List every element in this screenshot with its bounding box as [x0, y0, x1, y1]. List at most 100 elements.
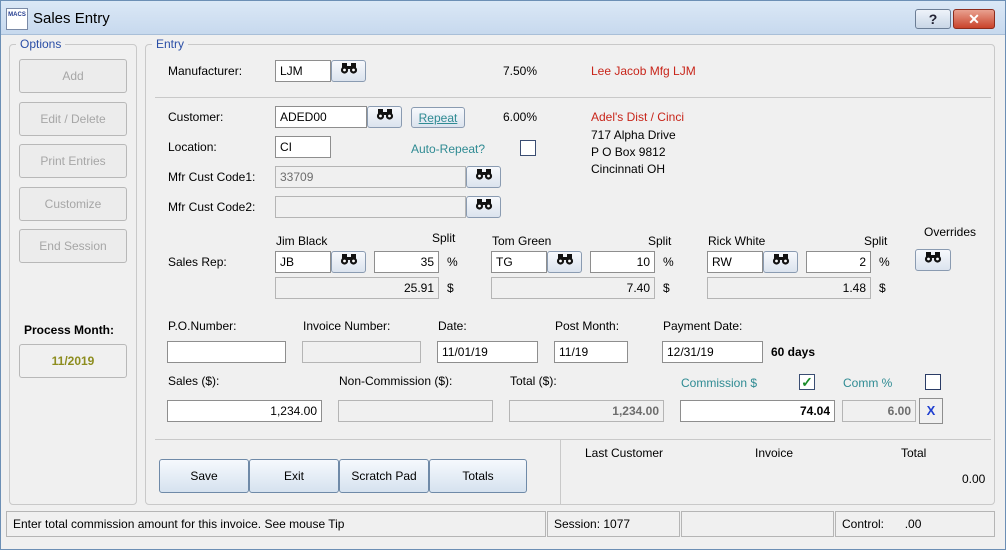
rep2-split-input[interactable]: 10	[590, 251, 655, 273]
manufacturer-percent: 7.50%	[503, 64, 538, 78]
customer-name: Adel's Dist / Cinci	[591, 110, 684, 124]
customer-address-line1: 717 Alpha Drive	[591, 128, 676, 142]
rep1-split-label: Split	[432, 231, 456, 245]
question-icon: ?	[928, 11, 938, 27]
mfr-cust-code1-lookup-button[interactable]	[466, 166, 501, 188]
rep3-split-input[interactable]: 2	[806, 251, 871, 273]
rep1-percent-sign: %	[447, 255, 458, 269]
non-commission-input[interactable]	[338, 400, 493, 422]
rep1-name: Jim Black	[276, 234, 328, 248]
rep3-split-label: Split	[864, 234, 888, 248]
commission-pct-input[interactable]: 6.00	[842, 400, 916, 422]
overrides-lookup-button[interactable]	[915, 249, 951, 271]
app-icon: MACS	[6, 8, 28, 30]
help-button[interactable]: ?	[915, 9, 951, 29]
binoculars-icon	[475, 199, 492, 210]
status-control: Control: .00	[835, 511, 995, 537]
auto-repeat-checkbox[interactable]	[520, 140, 536, 156]
repeat-button[interactable]: Repeat	[411, 107, 465, 128]
rep3-code-input[interactable]: RW	[707, 251, 763, 273]
separator	[155, 439, 991, 440]
rep2-lookup-button[interactable]	[547, 251, 582, 273]
date-input[interactable]: 11/01/19	[437, 341, 538, 363]
options-legend: Options	[20, 37, 62, 51]
commission-pct-checkbox[interactable]	[925, 374, 941, 390]
mfr-cust-code1-label: Mfr Cust Code1:	[168, 170, 256, 184]
exit-button[interactable]: Exit	[249, 459, 339, 493]
rep3-amount: 1.48	[707, 277, 871, 299]
rep3-lookup-button[interactable]	[763, 251, 798, 273]
commission-dollar-label: Commission $	[681, 376, 758, 390]
add-button[interactable]: Add	[19, 59, 127, 93]
binoculars-icon	[475, 169, 492, 180]
date-label: Date:	[438, 319, 467, 333]
customer-input[interactable]: ADED00	[275, 106, 367, 128]
end-session-button[interactable]: End Session	[19, 229, 127, 263]
customer-percent: 6.00%	[503, 110, 538, 124]
rep2-code-input[interactable]: TG	[491, 251, 547, 273]
rep1-split-input[interactable]: 35	[374, 251, 439, 273]
control-value: .00	[904, 517, 922, 531]
edit-delete-button[interactable]: Edit / Delete	[19, 102, 127, 136]
manufacturer-lookup-button[interactable]	[331, 60, 366, 82]
auto-repeat-label: Auto-Repeat?	[411, 142, 486, 156]
total-label: Total ($):	[510, 374, 557, 388]
scratch-pad-button[interactable]: Scratch Pad	[339, 459, 429, 493]
commission-dollar-input[interactable]: 74.04	[680, 400, 835, 422]
summary-total-value: 0.00	[962, 472, 986, 486]
window-title: Sales Entry	[33, 10, 110, 27]
sales-input[interactable]: 1,234.00	[167, 400, 322, 422]
rep1-code-input[interactable]: JB	[275, 251, 331, 273]
po-number-input[interactable]	[167, 341, 286, 363]
mfr-cust-code2-lookup-button[interactable]	[466, 196, 501, 218]
post-month-input[interactable]: 11/19	[554, 341, 628, 363]
location-input[interactable]: CI	[275, 136, 331, 158]
invoice-number-input[interactable]	[302, 341, 421, 363]
overrides-label: Overrides	[924, 225, 977, 239]
binoculars-icon	[772, 254, 789, 265]
rep3-name: Rick White	[708, 234, 766, 248]
control-label: Control:	[842, 517, 885, 531]
entry-legend: Entry	[156, 37, 185, 51]
binoculars-icon	[376, 109, 393, 120]
rep2-name: Tom Green	[492, 234, 552, 248]
rep2-dollar-sign: $	[663, 281, 670, 295]
payment-date-label: Payment Date:	[663, 319, 743, 333]
rep1-dollar-sign: $	[447, 281, 454, 295]
separator	[155, 97, 991, 98]
print-entries-button[interactable]: Print Entries	[19, 144, 127, 178]
mfr-cust-code1-input[interactable]: 33709	[275, 166, 466, 188]
mfr-cust-code2-input[interactable]	[275, 196, 466, 218]
non-commission-label: Non-Commission ($):	[339, 374, 453, 388]
customer-label: Customer:	[168, 110, 224, 124]
invoice-label: Invoice	[755, 446, 794, 460]
separator	[560, 439, 561, 505]
totals-button[interactable]: Totals	[429, 459, 527, 493]
status-blank	[681, 511, 834, 537]
rep2-split-label: Split	[648, 234, 672, 248]
rep1-lookup-button[interactable]	[331, 251, 366, 273]
payment-days: 60 days	[771, 345, 816, 359]
binoculars-icon	[924, 252, 942, 263]
close-button[interactable]: ✕	[953, 9, 995, 29]
po-number-label: P.O.Number:	[168, 319, 237, 333]
binoculars-icon	[556, 254, 573, 265]
title-bar: MACS Sales Entry ? ✕	[1, 1, 1005, 35]
customize-button[interactable]: Customize	[19, 187, 127, 221]
commission-dollar-checkbox[interactable]: ✓	[799, 374, 815, 390]
sales-label: Sales ($):	[168, 374, 220, 388]
close-icon: ✕	[968, 11, 980, 27]
manufacturer-input[interactable]: LJM	[275, 60, 331, 82]
customer-address-line3: Cincinnati OH	[591, 162, 666, 176]
status-session: Session: 1077	[547, 511, 680, 537]
status-message: Enter total commission amount for this i…	[6, 511, 546, 537]
manufacturer-label: Manufacturer:	[168, 64, 243, 78]
binoculars-icon	[340, 254, 357, 265]
commission-pct-clear-button[interactable]: X	[919, 398, 943, 424]
customer-lookup-button[interactable]	[367, 106, 402, 128]
save-button[interactable]: Save	[159, 459, 249, 493]
rep1-amount: 25.91	[275, 277, 439, 299]
process-month-label: Process Month:	[24, 323, 115, 337]
process-month-value: 11/2019	[19, 344, 127, 378]
payment-date-input[interactable]: 12/31/19	[662, 341, 763, 363]
